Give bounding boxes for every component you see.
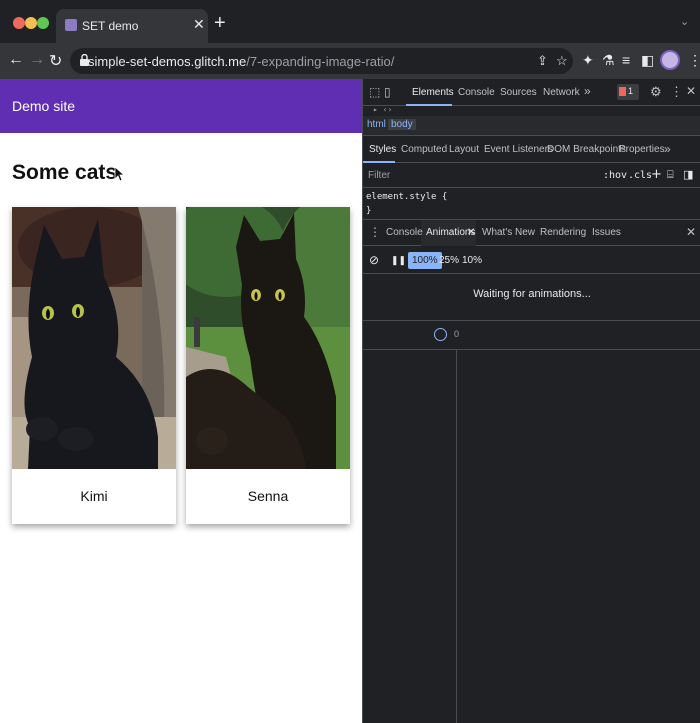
tab-network[interactable]: Network bbox=[543, 87, 580, 98]
cat-photo-senna bbox=[186, 207, 350, 469]
settings-gear-icon[interactable]: ⚙ bbox=[650, 84, 662, 100]
breadcrumb: html body bbox=[363, 116, 700, 136]
drawer-tab-issues[interactable]: Issues bbox=[592, 227, 621, 238]
page-viewport: Demo site Some cats Kimi Senna bbox=[0, 79, 362, 723]
drawer-tab-console[interactable]: Console bbox=[386, 227, 423, 238]
address-bar[interactable]: simple-set-demos.glitch.me/7-expanding-i… bbox=[70, 48, 573, 74]
drawer-tab-whats-new[interactable]: What's New bbox=[482, 227, 535, 238]
tab-event-listeners[interactable]: Event Listeners bbox=[484, 144, 553, 155]
browser-toolbar: ← → ↻ simple-set-demos.glitch.me/7-expan… bbox=[0, 43, 700, 79]
tab-sources[interactable]: Sources bbox=[500, 87, 537, 98]
cls-toggle[interactable]: .cls bbox=[628, 170, 652, 181]
more-subtabs-icon[interactable]: » bbox=[664, 142, 671, 156]
new-rule-icon[interactable]: + bbox=[651, 167, 662, 182]
tab-elements[interactable]: Elements bbox=[412, 87, 454, 98]
close-devtools-icon[interactable]: ✕ bbox=[686, 84, 696, 98]
reading-list-icon[interactable]: ≡ bbox=[622, 52, 630, 68]
inspect-element-icon[interactable]: ⬚ bbox=[369, 85, 380, 99]
labs-flask-icon[interactable]: ⚗ bbox=[602, 52, 615, 69]
element-style-close: } bbox=[366, 206, 372, 216]
styles-tab-indicator bbox=[363, 161, 395, 163]
animations-toolbar: ⊘ ❚❚ 100% 25% 10% bbox=[363, 246, 700, 274]
waiting-message: Waiting for animations... bbox=[473, 288, 591, 300]
favicon-icon bbox=[65, 19, 77, 31]
speed-10-button[interactable]: 10% bbox=[458, 252, 486, 269]
url-text: simple-set-demos.glitch.me/7-expanding-i… bbox=[88, 54, 395, 69]
cat-name-kimi: Kimi bbox=[80, 488, 108, 504]
timeline-divider bbox=[456, 350, 457, 723]
hov-toggle[interactable]: :hov bbox=[603, 170, 627, 181]
tab-layout[interactable]: Layout bbox=[449, 144, 479, 155]
styles-pane-tabs: Styles Computed Layout Event Listeners D… bbox=[363, 137, 700, 163]
close-drawer-icon[interactable]: ✕ bbox=[686, 225, 696, 239]
close-window-button[interactable] bbox=[13, 17, 25, 29]
browser-tab[interactable]: SET demo ✕ bbox=[56, 9, 208, 43]
minimize-window-button[interactable] bbox=[25, 17, 37, 29]
toggle-sidebar-icon[interactable]: ◨ bbox=[683, 168, 693, 181]
close-tab-icon[interactable]: ✕ bbox=[193, 16, 205, 33]
dom-tree-fragment-icon: ▸ ‹› bbox=[373, 105, 393, 114]
issues-badge[interactable]: 1 bbox=[617, 84, 639, 100]
menu-kebab-icon[interactable]: ⋮ bbox=[688, 52, 700, 69]
element-style-rule[interactable]: element.style { bbox=[366, 192, 447, 202]
tab-styles[interactable]: Styles bbox=[369, 144, 396, 155]
cat-name-senna: Senna bbox=[247, 488, 289, 504]
breadcrumb-body[interactable]: body bbox=[388, 119, 416, 130]
drawer-tab-rendering[interactable]: Rendering bbox=[540, 227, 586, 238]
tab-search-icon[interactable]: ⌄ bbox=[680, 15, 689, 28]
maximize-window-button[interactable] bbox=[37, 17, 49, 29]
devtools-panel: ⬚ ▯ Elements Console Sources Network » 1… bbox=[362, 79, 700, 723]
cat-card-kimi[interactable]: Kimi bbox=[12, 207, 176, 524]
side-panel-icon[interactable]: ◧ bbox=[641, 52, 654, 69]
site-header: Demo site bbox=[0, 79, 362, 133]
active-tab-indicator bbox=[406, 104, 452, 106]
breadcrumb-html[interactable]: html bbox=[367, 119, 386, 130]
drawer-tabs: ⋮ Console Animations ✕ What's New Render… bbox=[363, 219, 700, 246]
back-button[interactable]: ← bbox=[8, 51, 24, 69]
site-title[interactable]: Demo site bbox=[12, 98, 75, 114]
forward-button[interactable]: → bbox=[29, 51, 45, 69]
browser-window: SET demo ✕ + ⌄ ← → ↻ simple-set-demos.gl… bbox=[0, 0, 700, 723]
cat-card-senna[interactable]: Senna bbox=[186, 207, 350, 524]
bookmark-star-icon[interactable]: ☆ bbox=[556, 53, 568, 69]
timeline-zero-label: 0 bbox=[454, 329, 460, 339]
pause-all-icon[interactable]: ❚❚ bbox=[387, 252, 410, 269]
page-heading: Some cats bbox=[12, 161, 118, 184]
title-bar: SET demo ✕ + ⌄ bbox=[0, 0, 700, 43]
new-tab-button[interactable]: + bbox=[214, 13, 226, 33]
tab-title: SET demo bbox=[82, 19, 139, 33]
reload-button[interactable]: ↻ bbox=[49, 51, 62, 71]
device-toolbar-icon[interactable]: ▯ bbox=[384, 85, 391, 99]
clear-animations-icon[interactable]: ⊘ bbox=[365, 252, 383, 269]
animation-timeline-header: 0 bbox=[363, 320, 700, 350]
more-tabs-icon[interactable]: » bbox=[584, 84, 591, 98]
extensions-icon[interactable]: ✦ bbox=[582, 52, 594, 69]
close-animations-tab-icon[interactable]: ✕ bbox=[467, 227, 475, 238]
styles-filter-input[interactable]: Filter bbox=[368, 170, 390, 181]
tab-dom-breakpoints[interactable]: DOM Breakpoints bbox=[547, 144, 626, 155]
share-icon[interactable]: ⇪ bbox=[537, 53, 548, 69]
styles-filter-bar: Filter :hov .cls + ⌸ ◨ bbox=[363, 164, 700, 188]
tab-properties[interactable]: Properties bbox=[619, 144, 665, 155]
color-format-icon[interactable]: ⌸ bbox=[667, 168, 674, 182]
cat-photo-kimi bbox=[12, 207, 176, 469]
drawer-menu-icon[interactable]: ⋮ bbox=[369, 225, 381, 239]
devtools-menu-icon[interactable]: ⋮ bbox=[670, 84, 683, 100]
mouse-cursor-icon bbox=[114, 166, 124, 182]
tab-console[interactable]: Console bbox=[458, 87, 495, 98]
profile-avatar[interactable] bbox=[660, 50, 680, 70]
replay-timeline-icon[interactable] bbox=[434, 328, 447, 341]
tab-computed[interactable]: Computed bbox=[401, 144, 447, 155]
devtools-main-tabs: ⬚ ▯ Elements Console Sources Network » 1… bbox=[363, 79, 700, 106]
